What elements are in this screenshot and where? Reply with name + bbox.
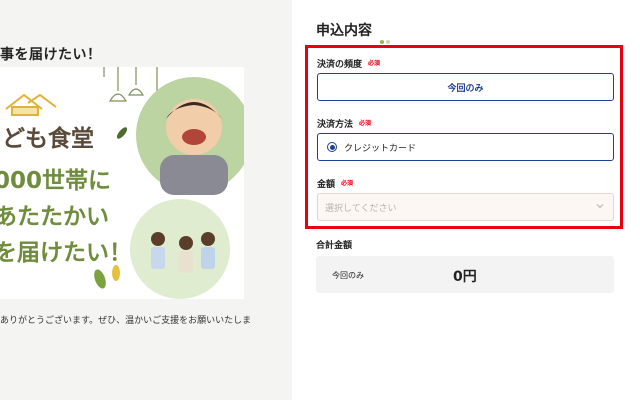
campaign-panel: 事を届けたい！ ども食堂 000世帯に あたたかい を届けたい！ ありがとうござ… [0, 0, 292, 400]
required-badge: 必須 [341, 180, 354, 187]
payment-method-label-text: 決済方法 [317, 120, 354, 130]
hero-text-line-3: あたたかい [0, 204, 109, 230]
radio-selected-icon[interactable] [327, 142, 337, 152]
hero-text-line-1: ども食堂 [2, 126, 94, 152]
frequency-label-text: 決済の頻度 [317, 60, 363, 70]
amount-label: 金額 必須 [317, 177, 353, 190]
house-icon [5, 93, 57, 116]
credit-card-label: クレジットカード [344, 143, 417, 154]
credit-card-option[interactable]: クレジットカード [317, 133, 614, 161]
hero-text-line-2: 000世帯に [0, 168, 112, 194]
required-badge: 必須 [359, 120, 372, 127]
amount-select[interactable]: 選択してください [317, 193, 614, 221]
frequency-once-button[interactable]: 今回のみ [317, 73, 614, 101]
payment-method-label: 決済方法 必須 [317, 117, 371, 130]
campaign-caption: ありがとうございます。ぜひ、温かいご支援をお願いいたしま [0, 316, 252, 326]
amount-label-text: 金額 [317, 180, 336, 190]
total-summary: 今回のみ 0円 [316, 256, 614, 293]
family-photo [130, 199, 230, 299]
total-label: 合計金額 [316, 241, 353, 251]
child-photo [136, 77, 244, 195]
amount-placeholder: 選択してください [325, 203, 397, 214]
frequency-label: 決済の頻度 必須 [317, 57, 380, 70]
campaign-hero-image: ども食堂 000世帯に あたたかい を届けたい！ [0, 67, 244, 299]
hero-text-line-4: を届けたい！ [0, 240, 132, 266]
campaign-heading: 事を届けたい！ [0, 47, 102, 63]
required-badge: 必須 [368, 60, 381, 67]
total-frequency: 今回のみ [332, 271, 364, 280]
chevron-down-icon [596, 204, 604, 209]
donation-form: 申込内容 決済の頻度 必須 今回のみ 決済方法 必須 クレジットカード 金額 必須 選… [292, 0, 640, 400]
frequency-once-label: 今回のみ [447, 83, 484, 94]
section-title: 申込内容 [316, 23, 372, 39]
total-amount: 0円 [453, 269, 477, 285]
